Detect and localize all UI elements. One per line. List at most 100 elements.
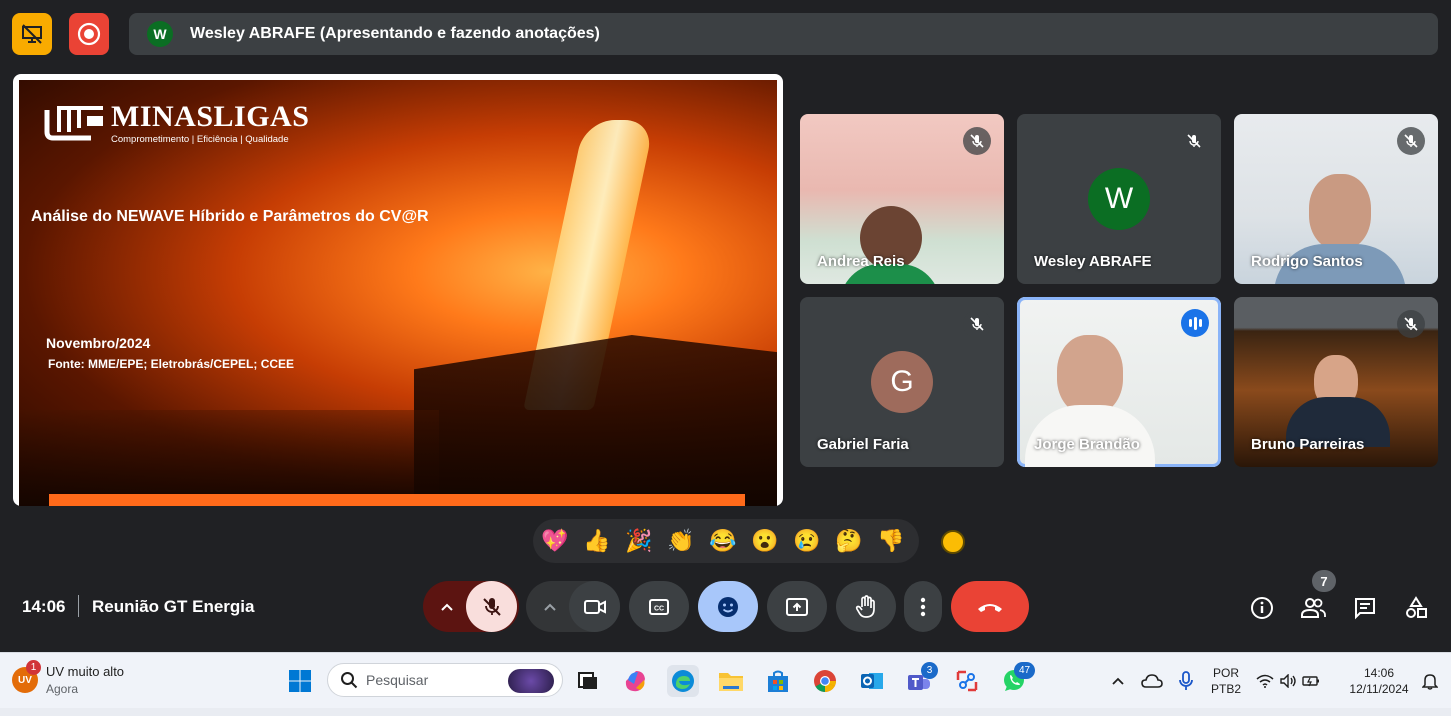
smiley-icon [718,596,738,617]
more-options-button[interactable] [904,581,942,632]
captions-button[interactable]: CC [629,581,689,632]
raise-hand-button[interactable] [836,581,896,632]
record-icon [77,22,101,46]
recording-button[interactable] [69,13,109,55]
camera-toggle-button[interactable] [569,581,620,632]
present-screen-button[interactable] [767,581,827,632]
reactions-button[interactable] [698,581,758,632]
keyboard-layout: PTB2 [1210,682,1241,696]
show-hidden-icons-button[interactable] [1102,665,1134,697]
presentation-tile[interactable]: MINASLIGAS Comprometimento | Eficiência … [13,74,783,506]
video-person [1309,174,1371,250]
chat-button[interactable] [1351,594,1379,622]
taskbar-bottom-edge [0,708,1451,716]
input-language-indicator[interactable]: POR PTB2 [1206,665,1246,697]
participant-tile-bruno-parreiras[interactable]: Bruno Parreiras [1234,297,1438,467]
weather-notification-title[interactable]: UV muito alto [46,664,124,679]
quick-settings-button[interactable] [1254,665,1322,697]
participant-name: Bruno Parreiras [1251,436,1365,453]
weather-notification-subtitle: Agora [46,682,79,696]
participant-name: Gabriel Faria [817,436,909,453]
top-bar: W Wesley ABRAFE (Apresentando e fazendo … [0,0,1451,70]
brand-tagline: Comprometimento | Eficiência | Qualidade [111,134,289,145]
camera-icon [583,599,606,614]
presenter-label: Wesley ABRAFE (Apresentando e fazendo an… [190,25,600,42]
meeting-title: Reunião GT Energia [92,597,255,616]
reaction-surprised[interactable]: 😮 [750,528,780,554]
reaction-laugh[interactable]: 😂 [708,528,738,554]
copilot-icon [625,671,645,692]
battery-icon [1302,676,1319,687]
participant-avatar: G [871,351,933,413]
volume-icon [1280,674,1296,688]
participant-tile-gabriel-faria[interactable]: G Gabriel Faria [800,297,1004,467]
control-bar: 14:06 Reunião GT Energia CC 7 [0,570,1451,648]
participant-avatar: W [1088,168,1150,230]
closed-captions-icon: CC [649,598,669,615]
taskbar-search[interactable]: Pesquisar [327,663,563,697]
chevron-up-icon [1112,677,1124,685]
activities-button[interactable] [1402,594,1430,622]
wifi-icon [1256,674,1274,688]
participant-tile-wesley-abrafe[interactable]: W Wesley ABRAFE [1017,114,1221,284]
chrome-icon [814,670,836,692]
meeting-details-button[interactable] [1248,594,1276,622]
reaction-sad[interactable]: 😢 [792,528,822,554]
participant-tile-jorge-brandao[interactable]: Jorge Brandão [1017,297,1221,467]
file-explorer-button[interactable] [715,665,747,697]
more-vertical-icon [920,597,926,616]
notifications-button[interactable] [1416,665,1444,697]
taskbar-time: 14:06 [1363,666,1395,680]
chevron-up-icon [544,603,556,611]
reaction-clap[interactable]: 👏 [666,528,696,554]
start-button[interactable] [284,665,316,697]
mic-toggle-button[interactable] [466,581,517,632]
info-icon [1251,597,1273,619]
microphone-tray-button[interactable] [1170,665,1202,697]
brand-logo: MINASLIGAS Comprometimento | Eficiência … [43,102,309,145]
mic-off-icon [963,310,991,338]
whatsapp-notification-badge: 47 [1014,662,1035,679]
store-icon [768,670,788,692]
participant-tile-andrea-reis[interactable]: Andrea Reis [800,114,1004,284]
slide-image-ground [19,410,439,506]
reaction-thinking[interactable]: 🤔 [834,528,864,554]
teams-notification-badge: 3 [921,662,938,679]
hang-up-icon [978,603,1002,612]
search-highlight-image [508,669,554,693]
skin-tone-selector[interactable] [941,530,965,554]
task-view-icon [578,672,597,689]
brand-name: MINASLIGAS [111,100,310,133]
participant-name: Andrea Reis [817,253,905,270]
reaction-thumbs-down[interactable]: 👎 [876,528,906,554]
chat-icon [1355,598,1375,620]
taskbar-clock[interactable]: 14:06 12/11/2024 [1338,665,1420,697]
divider [78,595,79,617]
leave-call-button[interactable] [951,581,1029,632]
outlook-button[interactable] [856,665,888,697]
outlook-icon [861,673,883,689]
edge-icon [672,670,694,692]
svg-text:CC: CC [654,605,664,612]
chrome-button[interactable] [809,665,841,697]
participant-tile-rodrigo-santos[interactable]: Rodrigo Santos [1234,114,1438,284]
onedrive-button[interactable] [1136,665,1168,697]
reaction-thumbs-up[interactable]: 👍 [582,528,612,554]
reaction-party[interactable]: 🎉 [624,528,654,554]
copilot-button[interactable] [620,665,652,697]
microphone-icon [1179,671,1193,690]
language-code: POR [1212,666,1239,680]
participants-count-badge: 7 [1312,570,1336,592]
edge-button[interactable] [667,665,699,697]
snipping-tool-button[interactable] [951,665,983,697]
bell-icon [1422,674,1438,690]
reaction-sparkling-heart[interactable]: 💖 [540,528,570,554]
cloud-icon [1141,674,1163,688]
people-button[interactable] [1299,594,1327,622]
microsoft-store-button[interactable] [762,665,794,697]
hide-presentation-button[interactable] [12,13,52,55]
task-view-button[interactable] [572,665,604,697]
meeting-clock: 14:06 [22,597,66,616]
slide-source: Fonte: MME/EPE; Eletrobrás/CEPEL; CCEE [48,357,295,371]
search-placeholder: Pesquisar [366,672,429,688]
